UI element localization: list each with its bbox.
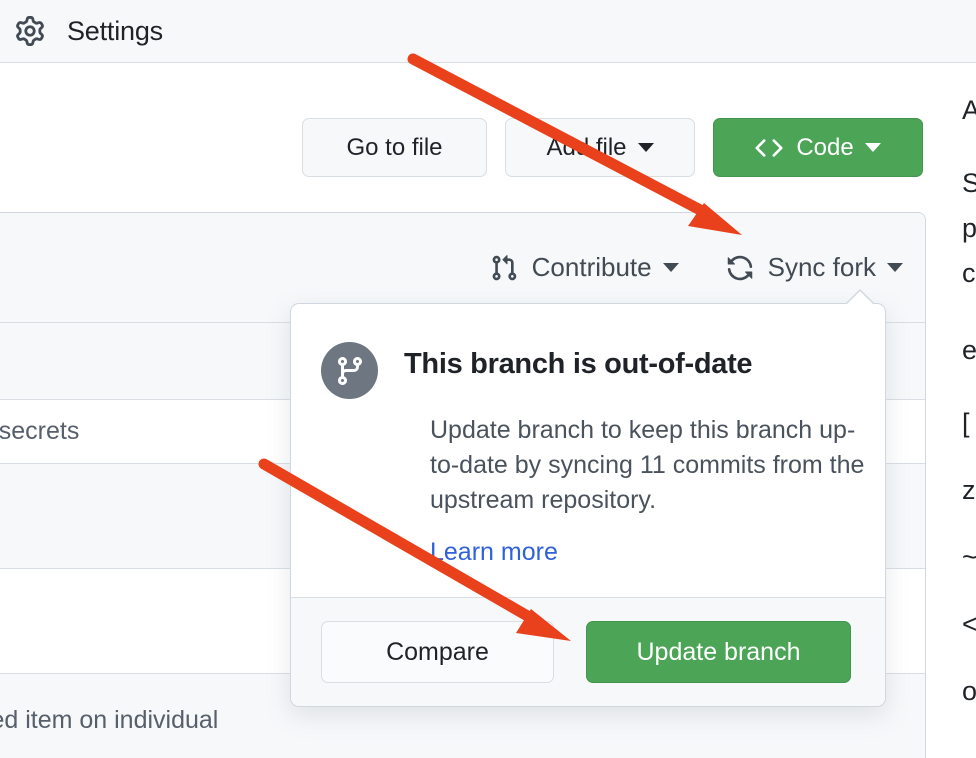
go-to-file-label: Go to file	[346, 133, 443, 161]
sidebar-sliver-line: e	[962, 335, 976, 365]
add-file-button[interactable]: Add file	[505, 118, 695, 177]
add-file-label: Add file	[546, 133, 627, 161]
chevron-down-icon	[864, 143, 881, 152]
chevron-down-icon	[662, 263, 679, 272]
page-title: Settings	[67, 15, 163, 46]
compare-button[interactable]: Compare	[321, 621, 554, 683]
sync-fork-button[interactable]: Sync fork	[726, 252, 903, 283]
code-button[interactable]: Code	[713, 118, 923, 177]
sidebar-sliver-line: [	[962, 408, 970, 438]
sidebar-sliver-line: S	[962, 168, 976, 198]
popover-header: This branch is out-of-date	[321, 342, 855, 399]
repo-actions-bar: Go to file Add file Code	[0, 64, 976, 192]
popover-title: This branch is out-of-date	[404, 348, 753, 380]
go-to-file-button[interactable]: Go to file	[302, 118, 487, 177]
gear-icon	[14, 15, 46, 47]
sync-refresh-icon	[726, 254, 754, 282]
settings-header: Settings	[0, 0, 976, 63]
contribute-button[interactable]: Contribute	[490, 252, 679, 283]
sidebar-sliver-line: <	[962, 609, 976, 639]
sync-fork-label: Sync fork	[767, 252, 876, 282]
sidebar-sliver-line: c	[962, 258, 976, 288]
sidebar-sliver-line: o	[962, 676, 976, 706]
learn-more-link[interactable]: Learn more	[430, 538, 558, 567]
sidebar-sliver-line: z	[962, 475, 976, 505]
git-branch-icon	[321, 342, 378, 399]
update-branch-button[interactable]: Update branch	[586, 621, 851, 683]
chevron-down-icon	[887, 263, 903, 272]
popover-caret-inner	[845, 291, 875, 306]
update-branch-label: Update branch	[636, 637, 801, 666]
sync-fork-popover: This branch is out-of-date Update branch…	[290, 289, 886, 707]
compare-label: Compare	[386, 637, 489, 666]
git-pull-request-icon	[490, 254, 518, 282]
chevron-down-icon	[637, 143, 654, 152]
contribute-label: Contribute	[531, 252, 652, 282]
about-sidebar-sliver: A S p c e [ z ~ < o	[962, 95, 976, 707]
sidebar-sliver-line: ~	[962, 542, 976, 572]
sidebar-sliver-line: A	[962, 95, 976, 125]
sidebar-sliver-line: p	[962, 213, 976, 243]
table-row-text: sted item on individual	[0, 706, 219, 734]
popover-description: Update branch to keep this branch up-to-…	[430, 416, 865, 514]
code-brackets-icon	[755, 134, 783, 162]
popover-footer: Compare Update branch	[291, 597, 885, 706]
code-label: Code	[796, 133, 854, 161]
table-row-text: ry secrets	[0, 417, 80, 445]
popover-body: This branch is out-of-date Update branch…	[291, 304, 885, 597]
